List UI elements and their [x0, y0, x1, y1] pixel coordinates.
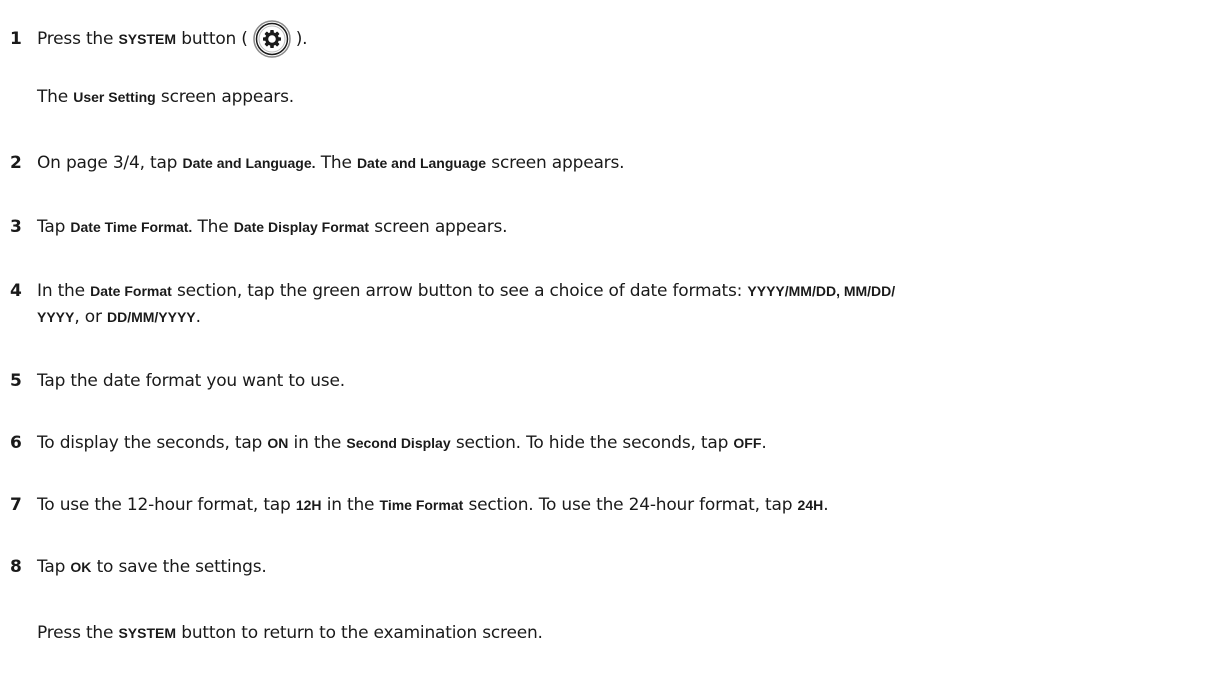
step-8: 8 Tap OK to save the settings.	[10, 557, 267, 577]
step-number: 7	[10, 495, 22, 515]
step-4: 4 In the Date Format section, tap the gre…	[10, 281, 896, 301]
step-number: 5	[10, 371, 22, 391]
user-setting-label: User Setting	[73, 89, 156, 105]
step-4-continued: YYYY, or DD/MM/YYYY.	[37, 307, 201, 327]
step-number: 4	[10, 281, 22, 301]
step-6: 6 To display the seconds, tap ON in the S…	[10, 433, 767, 453]
step-number: 3	[10, 217, 22, 237]
step-1: 1 Press the SYSTEM button ( ).	[10, 20, 308, 60]
step-number: 2	[10, 153, 22, 173]
step-2: 2 On page 3/4, tap Date and Language. The…	[10, 153, 625, 173]
step-number: 1	[10, 29, 22, 49]
system-button-label: SYSTEM	[118, 31, 177, 47]
step-number: 6	[10, 433, 22, 453]
step-7: 7 To use the 12-hour format, tap 12H in t…	[10, 495, 829, 515]
step-1-note: The User Setting screen appears.	[37, 87, 294, 107]
system-button-label: SYSTEM	[118, 625, 177, 641]
step-3: 3 Tap Date Time Format. The Date Display …	[10, 217, 508, 237]
step-5: 5 Tap the date format you want to use.	[10, 371, 345, 391]
final-note: Press the SYSTEM button to return to the…	[37, 623, 543, 643]
step-number: 8	[10, 557, 22, 577]
gear-icon	[249, 20, 295, 60]
